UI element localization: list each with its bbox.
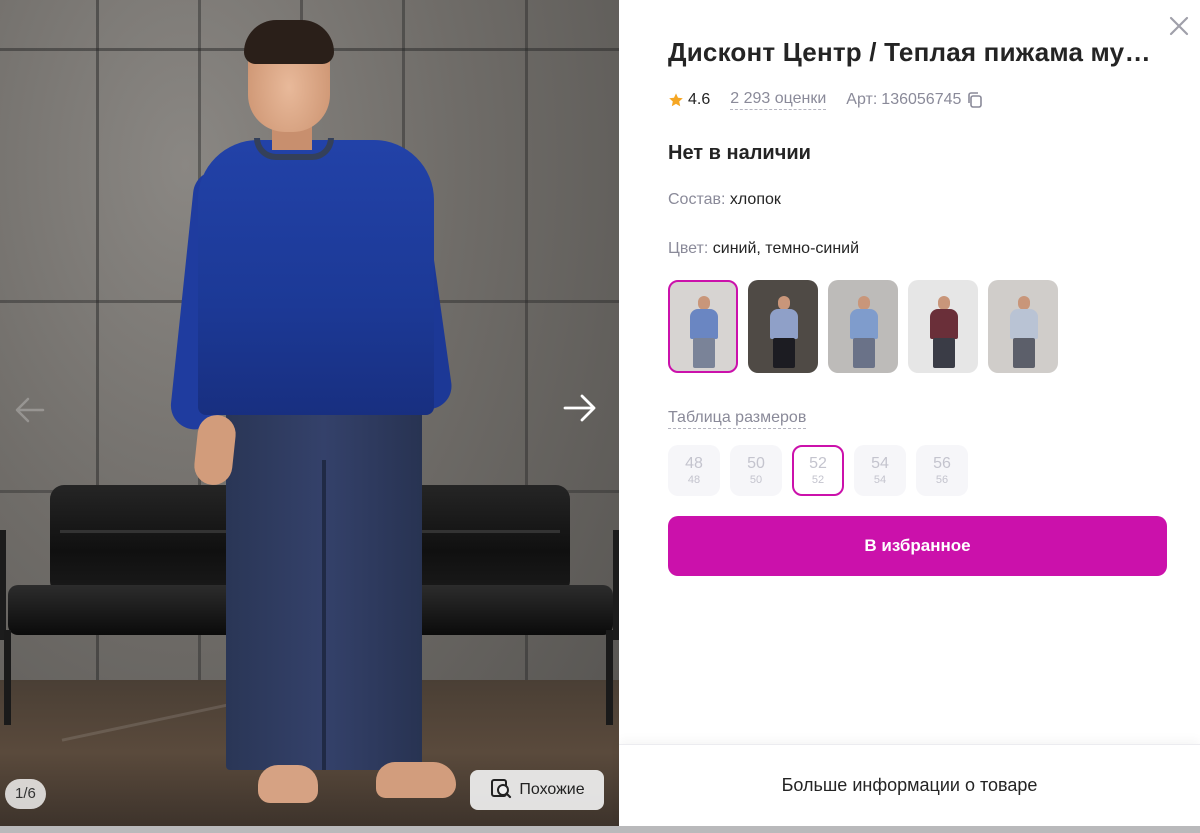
swatch-figure-head <box>1018 296 1030 310</box>
color-value: синий, темно-синий <box>712 240 860 257</box>
model-collar <box>254 138 334 160</box>
copy-icon[interactable] <box>966 91 984 109</box>
size-sublabel: 52 <box>811 473 825 486</box>
swatch-figure-top <box>850 309 878 339</box>
color-swatch[interactable] <box>908 280 978 373</box>
star-icon <box>668 92 684 108</box>
photo-sofa-leg <box>4 630 11 725</box>
color-swatch[interactable] <box>988 280 1058 373</box>
photo-sofa-leg <box>606 630 613 725</box>
composition-value: хлопок <box>729 191 781 208</box>
swatch-figure-head <box>858 296 870 310</box>
swatch-figure-legs <box>933 338 955 368</box>
size-label: 56 <box>933 454 951 472</box>
rating-value: 4.6 <box>688 91 711 108</box>
swatch-figure-top <box>930 309 958 339</box>
model-pants <box>226 400 422 770</box>
close-button[interactable] <box>1165 14 1193 42</box>
size-sublabel: 48 <box>687 473 701 486</box>
product-photo[interactable]: 1/6 Похожие <box>0 0 619 826</box>
swatch-figure-head <box>698 296 710 310</box>
arrow-right-icon <box>561 389 599 432</box>
model-foot <box>376 762 456 798</box>
swatch-figure-head <box>938 296 950 310</box>
product-title: Дисконт Центр / Теплая пижама мужская <box>668 37 1158 67</box>
size-label: 48 <box>685 454 703 472</box>
color-swatch[interactable] <box>668 280 738 373</box>
similar-search-icon <box>489 776 513 805</box>
size-option[interactable]: 52 52 <box>792 445 844 496</box>
color-swatches <box>668 280 1058 373</box>
swatch-figure-legs <box>1013 338 1035 368</box>
swatch-figure-top <box>690 309 718 339</box>
close-icon <box>1168 15 1190 42</box>
swatch-figure-head <box>778 296 790 310</box>
swatch-figure-legs <box>853 338 875 368</box>
size-sublabel: 50 <box>749 473 763 486</box>
photo-counter: 1/6 <box>5 779 46 809</box>
prev-photo-button[interactable] <box>10 392 50 432</box>
model-foot <box>258 765 318 803</box>
size-option[interactable]: 48 48 <box>668 445 720 496</box>
color-swatch[interactable] <box>828 280 898 373</box>
add-to-favorites-button[interactable]: В избранное <box>668 516 1167 576</box>
swatch-figure-top <box>770 309 798 339</box>
size-selector: 48 48 50 50 52 52 54 54 56 56 <box>668 445 968 496</box>
size-label: 52 <box>809 454 827 472</box>
similar-label: Похожие <box>519 781 585 798</box>
size-label: 54 <box>871 454 889 472</box>
size-label: 50 <box>747 454 765 472</box>
photo-model <box>168 20 456 810</box>
swatch-figure-legs <box>693 338 715 368</box>
more-info-button[interactable]: Больше информации о товаре <box>619 744 1200 826</box>
composition-label: Состав: <box>668 191 726 208</box>
reviews-link[interactable]: 2 293 оценки <box>730 90 827 110</box>
size-table-link[interactable]: Таблица размеров <box>668 409 807 429</box>
product-meta: 4.6 2 293 оценки Арт: 136056745 <box>668 90 984 110</box>
product-quick-view: 1/6 Похожие Дисконт Центр / Теплая пижам… <box>0 0 1200 826</box>
color-swatch[interactable] <box>748 280 818 373</box>
size-sublabel: 56 <box>935 473 949 486</box>
swatch-figure-legs <box>773 338 795 368</box>
size-option[interactable]: 50 50 <box>730 445 782 496</box>
color-label: Цвет: <box>668 240 709 257</box>
similar-button[interactable]: Похожие <box>470 770 604 810</box>
swatch-figure-top <box>1010 309 1038 339</box>
model-shirt <box>198 140 434 415</box>
size-sublabel: 54 <box>873 473 887 486</box>
arrow-left-icon <box>13 393 47 432</box>
article-number: 136056745 <box>881 91 962 108</box>
size-option[interactable]: 54 54 <box>854 445 906 496</box>
next-photo-button[interactable] <box>560 390 600 430</box>
stock-status: Нет в наличии <box>668 142 811 164</box>
size-option[interactable]: 56 56 <box>916 445 968 496</box>
article-label: Арт: <box>846 91 878 108</box>
model-hair <box>244 20 334 64</box>
composition-row: Состав: хлопок <box>668 191 781 209</box>
color-row: Цвет: синий, темно-синий <box>668 240 859 258</box>
